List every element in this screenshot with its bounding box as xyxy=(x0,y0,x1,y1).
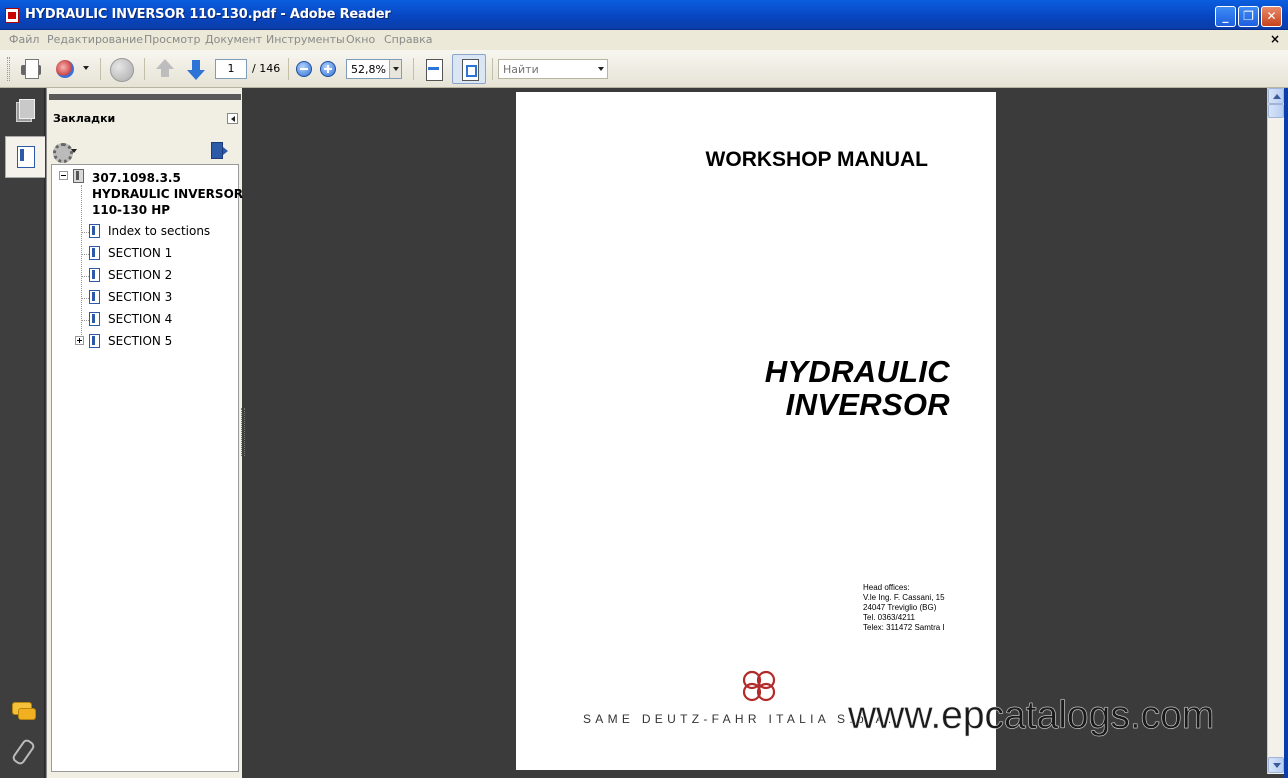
tree-line xyxy=(81,298,89,299)
menu-tools[interactable]: Инструменты xyxy=(266,33,345,46)
toolbar-separator xyxy=(288,58,289,80)
bookmark-item-section-1[interactable]: SECTION 1 xyxy=(108,246,172,260)
tree-line xyxy=(81,320,89,321)
page-number-input[interactable]: 1 xyxy=(215,59,247,79)
menu-edit[interactable]: Редактирование xyxy=(47,33,143,46)
doc-heading: WORKSHOP MANUAL xyxy=(705,148,928,171)
comments-icon[interactable] xyxy=(7,696,41,734)
tree-line xyxy=(81,185,82,341)
zoom-out-icon[interactable] xyxy=(296,61,312,77)
bookmark-icon xyxy=(89,268,100,282)
menu-view[interactable]: Просмотр xyxy=(144,33,200,46)
navigation-pane xyxy=(0,88,45,778)
vertical-scrollbar[interactable] xyxy=(1267,88,1284,774)
fit-width-icon[interactable] xyxy=(421,56,447,82)
bookmark-item-section-5[interactable]: SECTION 5 xyxy=(108,334,172,348)
bookmark-icon xyxy=(89,224,100,238)
previous-page-icon[interactable] xyxy=(152,56,178,82)
collapse-node-icon[interactable] xyxy=(59,171,68,180)
head-offices-tel: Tel. 0363/4211 xyxy=(863,613,915,622)
minimize-button[interactable]: _ xyxy=(1215,6,1236,27)
web-search-icon[interactable] xyxy=(108,56,134,82)
fit-page-icon[interactable] xyxy=(452,54,486,84)
toolbar xyxy=(0,50,1288,88)
tree-line xyxy=(81,254,89,255)
expand-node-icon[interactable] xyxy=(75,336,84,345)
pdf-file-icon xyxy=(5,8,19,23)
head-offices-telex: Telex: 311472 Samtra I xyxy=(863,623,945,632)
bookmark-icon xyxy=(89,290,100,304)
menu-bar: Файл Редактирование Просмотр Документ Ин… xyxy=(0,30,1288,50)
options-gear-icon[interactable] xyxy=(53,142,77,163)
doc-title-line2: INVERSOR xyxy=(785,387,950,422)
tree-line xyxy=(81,232,89,233)
collaborate-icon[interactable] xyxy=(54,56,80,82)
head-offices: Head offices: V.le Ing. F. Cassani, 15 2… xyxy=(863,583,945,633)
chevron-down-icon[interactable] xyxy=(83,66,89,70)
bookmark-root-line1[interactable]: 307.1098.3.5 xyxy=(92,170,181,186)
zoom-in-icon[interactable] xyxy=(320,61,336,77)
collapse-panel-icon[interactable] xyxy=(227,113,238,124)
chevron-down-icon[interactable] xyxy=(389,60,401,78)
bookmarks-title: Закладки xyxy=(53,112,116,125)
bookmarks-tree: 307.1098.3.5 HYDRAULIC INVERSOR 110-130 … xyxy=(51,164,243,772)
find-input[interactable] xyxy=(499,60,597,78)
toolbar-separator xyxy=(100,58,101,80)
head-offices-label: Head offices: xyxy=(863,583,910,592)
bookmark-root-line2[interactable]: HYDRAULIC INVERSOR xyxy=(92,186,243,202)
menu-help[interactable]: Справка xyxy=(384,33,432,46)
company-logo-icon xyxy=(742,670,776,702)
window-title: HYDRAULIC INVERSOR 110-130.pdf - Adobe R… xyxy=(25,7,391,22)
chevron-down-icon[interactable] xyxy=(595,60,607,78)
tree-line xyxy=(81,276,89,277)
zoom-level-select[interactable]: 52,8% xyxy=(346,59,402,79)
toolbar-separator xyxy=(492,58,493,80)
bookmark-icon xyxy=(89,246,100,260)
head-offices-address2: 24047 Treviglio (BG) xyxy=(863,603,937,612)
expand-bookmark-icon[interactable] xyxy=(211,142,231,160)
bookmark-item-section-4[interactable]: SECTION 4 xyxy=(108,312,172,326)
document-close-button[interactable]: × xyxy=(1270,32,1280,46)
scroll-down-button[interactable] xyxy=(1268,757,1284,773)
find-box[interactable] xyxy=(498,59,608,79)
bookmarks-panel: Закладки 307.1098.3.5 HYDRAULIC INVERSOR… xyxy=(46,88,243,778)
restore-button[interactable]: ❐ xyxy=(1238,6,1259,27)
menu-file[interactable]: Файл xyxy=(9,33,39,46)
zoom-value: 52,8% xyxy=(351,63,386,76)
window-border-right xyxy=(1284,30,1288,778)
toolbar-separator xyxy=(413,58,414,80)
bookmarks-icon[interactable] xyxy=(5,136,45,178)
toolbar-grip[interactable] xyxy=(7,57,10,81)
next-page-icon[interactable] xyxy=(183,56,209,82)
bookmarks-header: Закладки xyxy=(49,94,241,134)
watermark: www.epcatalogs.com xyxy=(848,694,1215,738)
bookmark-icon xyxy=(89,334,100,348)
page-total: / 146 xyxy=(252,62,281,75)
pages-icon[interactable] xyxy=(7,96,41,134)
print-icon[interactable] xyxy=(18,56,44,82)
title-bar: HYDRAULIC INVERSOR 110-130.pdf - Adobe R… xyxy=(0,0,1288,30)
menu-document[interactable]: Документ xyxy=(205,33,262,46)
attachment-icon[interactable] xyxy=(7,733,41,771)
pdf-page[interactable]: WORKSHOP MANUAL HYDRAULIC INVERSOR Head … xyxy=(516,92,996,770)
bookmark-item-index[interactable]: Index to sections xyxy=(108,224,210,238)
bookmark-item-section-3[interactable]: SECTION 3 xyxy=(108,290,172,304)
toolbar-separator xyxy=(144,58,145,80)
bookmark-item-section-2[interactable]: SECTION 2 xyxy=(108,268,172,282)
bookmark-icon xyxy=(73,169,84,183)
bookmark-root-line3[interactable]: 110-130 HP xyxy=(92,202,170,218)
menu-window[interactable]: Окно xyxy=(346,33,375,46)
bookmark-icon xyxy=(89,312,100,326)
scroll-thumb[interactable] xyxy=(1268,104,1284,118)
doc-title-line1: HYDRAULIC xyxy=(764,354,950,389)
close-button[interactable]: ✕ xyxy=(1261,6,1282,27)
scroll-up-button[interactable] xyxy=(1268,88,1284,104)
head-offices-address1: V.le Ing. F. Cassani, 15 xyxy=(863,593,945,602)
